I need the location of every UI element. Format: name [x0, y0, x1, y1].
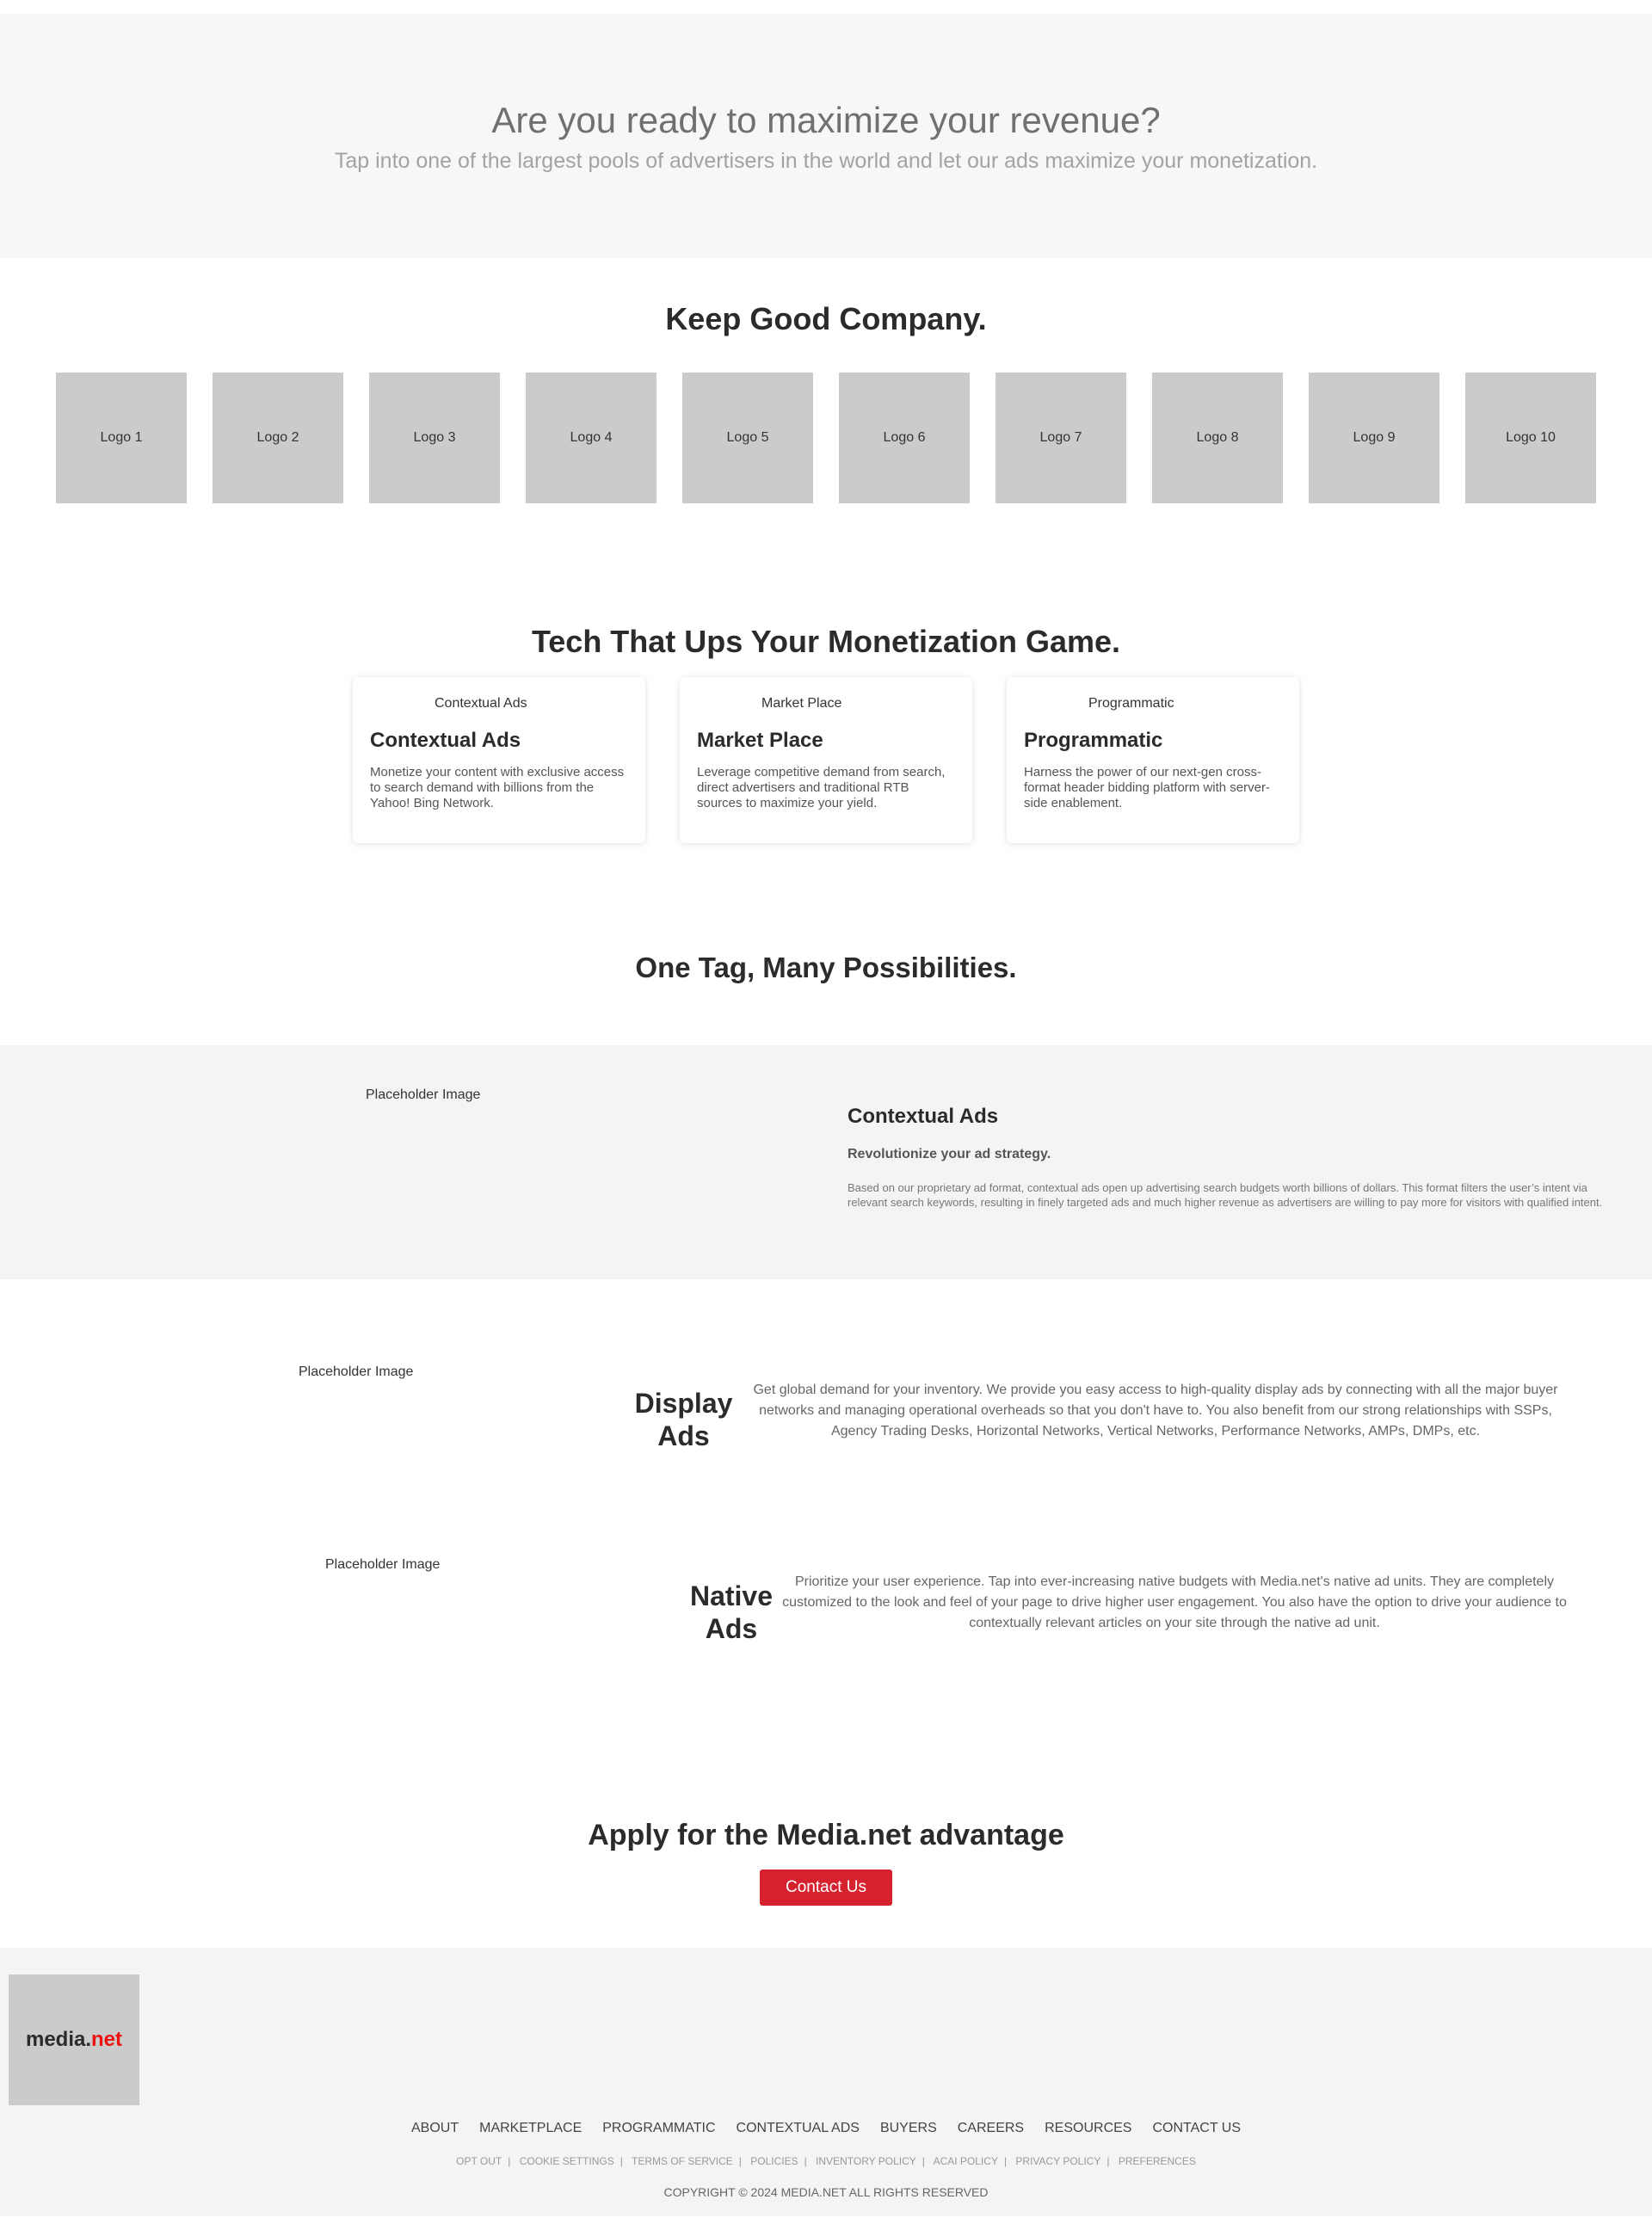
card-description: Leverage competitive demand from search,…: [697, 765, 946, 810]
separator: |: [508, 2155, 511, 2167]
contextual-description: Based on our proprietary ad format, cont…: [848, 1181, 1603, 1209]
card-image-label: Programmatic: [1088, 696, 1174, 711]
footer-link-acai-policy[interactable]: ACAI POLICY: [934, 2155, 998, 2167]
separator: |: [804, 2155, 807, 2167]
footer-logo[interactable]: media. net: [9, 1974, 139, 2105]
feature-card-programmatic[interactable]: Programmatic Programmatic Harness the po…: [1007, 677, 1299, 843]
footer-link-privacy-policy[interactable]: PRIVACY POLICY: [1015, 2155, 1100, 2167]
hero-title: Are you ready to maximize your revenue?: [491, 100, 1161, 140]
separator: |: [738, 2155, 742, 2167]
native-ads-description: Prioritize your user experience. Tap int…: [782, 1574, 1567, 1630]
footer-nav-marketplace[interactable]: MARKETPLACE: [479, 2121, 582, 2136]
footer-legal-links: OPT OUT | COOKIE SETTINGS | TERMS OF SERVI…: [0, 2155, 1652, 2167]
feature-card-marketplace[interactable]: Market Place Market Place Leverage compe…: [680, 677, 972, 843]
footer-link-preferences[interactable]: PREFERENCES: [1119, 2155, 1196, 2167]
display-ads-title: Display Ads: [634, 1388, 733, 1451]
placeholder-image: Placeholder Image: [366, 1087, 481, 1102]
card-image-label: Market Place: [761, 696, 842, 711]
copyright: COPYRIGHT © 2024 MEDIA.NET ALL RIGHTS RE…: [663, 2185, 989, 2199]
hero-subtitle: Tap into one of the largest pools of adv…: [334, 149, 1318, 173]
footer-nav: ABOUT MARKETPLACE PROGRAMMATIC CONTEXTUA…: [0, 2121, 1652, 2136]
placeholder-image: Placeholder Image: [299, 1364, 414, 1379]
partner-logo: Logo 5: [682, 373, 813, 503]
footer-nav-programmatic[interactable]: PROGRAMMATIC: [602, 2121, 715, 2136]
footer-nav-buyers[interactable]: BUYERS: [880, 2121, 937, 2136]
contextual-section: [0, 1045, 1652, 1279]
card-description: Monetize your content with exclusive acc…: [370, 765, 625, 810]
contact-us-button[interactable]: Contact Us: [760, 1870, 892, 1906]
placeholder-image: Placeholder Image: [325, 1557, 441, 1572]
contextual-title: Contextual Ads: [848, 1105, 999, 1128]
footer-nav-resources[interactable]: RESOURCES: [1045, 2121, 1131, 2136]
footer-nav-about[interactable]: ABOUT: [411, 2121, 459, 2136]
native-ads-title: Native Ads: [689, 1580, 774, 1644]
partner-logo: Logo 3: [369, 373, 500, 503]
apply-heading: Apply for the Media.net advantage: [588, 1819, 1064, 1851]
logo-text: media.: [25, 2028, 92, 2051]
footer-nav-careers[interactable]: CAREERS: [958, 2121, 1024, 2136]
tech-heading: Tech That Ups Your Monetization Game.: [531, 624, 1121, 659]
separator: |: [1003, 2155, 1008, 2167]
footer-link-policies[interactable]: POLICIES: [750, 2155, 798, 2167]
card-title: Programmatic: [1024, 729, 1163, 752]
card-title: Market Place: [697, 729, 823, 752]
partner-logo: Logo 9: [1309, 373, 1439, 503]
partner-logo: Logo 2: [213, 373, 343, 503]
display-ads-description: Get global demand for your inventory. We…: [753, 1383, 1558, 1438]
footer-link-terms[interactable]: TERMS OF SERVICE: [632, 2155, 733, 2167]
footer-link-cookie-settings[interactable]: COOKIE SETTINGS: [520, 2155, 614, 2167]
footer-link-opt-out[interactable]: OPT OUT: [456, 2155, 502, 2167]
footer-nav-contact-us[interactable]: CONTACT US: [1152, 2121, 1241, 2136]
footer-nav-contextual-ads[interactable]: CONTEXTUAL ADS: [737, 2121, 860, 2136]
card-title: Contextual Ads: [370, 729, 521, 752]
partner-logo: Logo 6: [839, 373, 970, 503]
partner-logo: Logo 8: [1152, 373, 1283, 503]
footer: [0, 1948, 1652, 2216]
footer-link-inventory-policy[interactable]: INVENTORY POLICY: [816, 2155, 916, 2167]
logo-text-accent: net: [91, 2028, 123, 2051]
company-heading: Keep Good Company.: [665, 301, 987, 336]
contextual-subtitle: Revolutionize your ad strategy.: [848, 1147, 1051, 1161]
feature-card-contextual[interactable]: Contextual Ads Contextual Ads Monetize y…: [353, 677, 645, 843]
separator: |: [620, 2155, 623, 2167]
separator: |: [922, 2155, 925, 2167]
card-description: Harness the power of our next-gen cross-…: [1024, 765, 1270, 810]
partner-logo: Logo 1: [56, 373, 187, 503]
card-image-label: Contextual Ads: [435, 696, 527, 711]
separator: |: [1106, 2155, 1110, 2167]
partner-logo: Logo 10: [1465, 373, 1596, 503]
one-tag-heading: One Tag, Many Possibilities.: [635, 952, 1017, 983]
partner-logo: Logo 4: [526, 373, 656, 503]
partner-logo: Logo 7: [996, 373, 1126, 503]
